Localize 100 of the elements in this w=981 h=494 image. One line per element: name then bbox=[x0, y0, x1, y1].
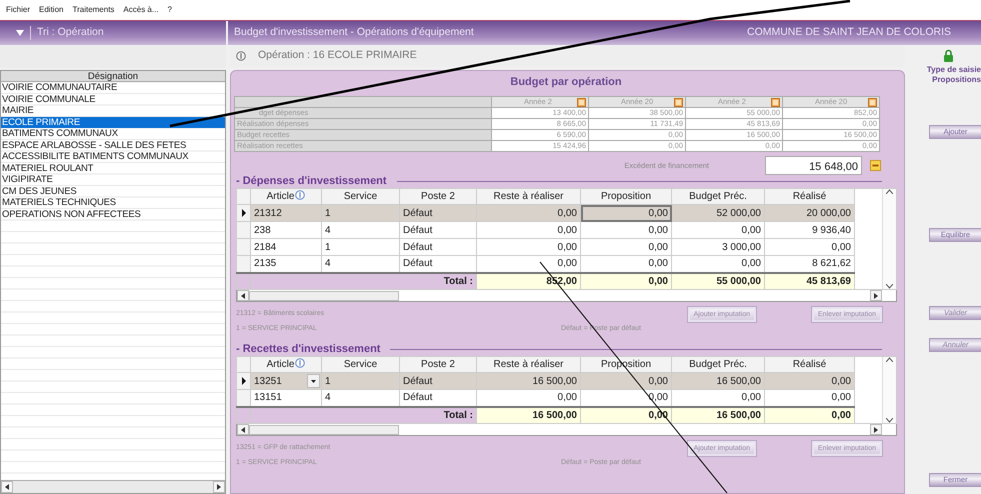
total-label: Total : bbox=[250, 406, 476, 424]
table-row[interactable]: 21312 1 Défaut 0,00 0,00 52 000,00 20 000,00 bbox=[236, 204, 896, 222]
scroll-up-icon[interactable] bbox=[886, 189, 893, 194]
scroll-up-icon[interactable] bbox=[886, 357, 893, 362]
column-header[interactable]: Désignation bbox=[1, 71, 225, 82]
total-cell: 55 000,00 bbox=[672, 272, 764, 290]
table-cell: 4 bbox=[322, 222, 400, 238]
menu-item[interactable]: Accès à... bbox=[123, 4, 159, 16]
column-header[interactable]: Poste 2 bbox=[400, 188, 476, 204]
column-header[interactable]: Budget Préc. bbox=[672, 188, 764, 204]
total-cell: 16 500,00 bbox=[476, 406, 580, 424]
total-label: Total : bbox=[250, 272, 476, 290]
column-header[interactable]: Réalisé bbox=[764, 356, 854, 372]
calendar-icon[interactable] bbox=[577, 98, 586, 106]
list-item[interactable]: CM DES JEUNES bbox=[1, 186, 225, 197]
column-header[interactable]: Article bbox=[250, 356, 322, 372]
list-item[interactable]: ACCESSIBILITE BATIMENTS COMMUNAUX bbox=[1, 151, 225, 162]
list-item[interactable]: VIGIPIRATE bbox=[1, 174, 225, 186]
dropdown-icon[interactable] bbox=[307, 374, 320, 388]
section-title: - Dépenses d'investissement bbox=[236, 174, 387, 190]
table-cell: 1 bbox=[322, 238, 400, 256]
list-item[interactable]: MAIRIE bbox=[1, 105, 225, 116]
section-title: - Recettes d'investissement bbox=[236, 342, 380, 358]
table-cell: 0,00 bbox=[476, 238, 580, 256]
table-row[interactable]: 2184 1 Défaut 0,00 0,00 3 000,00 0,00 bbox=[236, 238, 896, 256]
column-header[interactable]: Reste à réaliser bbox=[476, 188, 580, 204]
total-cell: 16 500,00 bbox=[672, 406, 764, 424]
table-row[interactable]: 13251 1 Défaut 16 500,00 0,00 16 500,00 0,00 bbox=[236, 372, 896, 390]
table-cell[interactable]: 13251 bbox=[250, 372, 322, 390]
table-cell: 20 000,00 bbox=[764, 204, 854, 222]
list-item[interactable]: MATERIEL ROULANT bbox=[1, 162, 225, 174]
menu-item[interactable]: Edition bbox=[39, 4, 64, 16]
scroll-right-icon[interactable] bbox=[874, 292, 878, 298]
table-cell: 16 500,00 bbox=[476, 372, 580, 390]
table-cell: 1 bbox=[322, 372, 400, 390]
column-header[interactable]: Service bbox=[322, 188, 400, 204]
table-cell: Défaut bbox=[400, 204, 476, 222]
table-cell: 0,00 bbox=[476, 204, 580, 222]
table-cell[interactable]: 21312 bbox=[250, 204, 322, 222]
total-cell: 45 813,69 bbox=[764, 272, 854, 290]
commune-name: COMMUNE DE SAINT JEAN DE COLORIS bbox=[746, 25, 951, 40]
scroll-right-icon[interactable] bbox=[874, 426, 878, 432]
operation-label: Opération : 16 ECOLE PRIMAIRE bbox=[258, 48, 417, 64]
column-header[interactable]: Poste 2 bbox=[400, 356, 476, 372]
table-cell: Défaut bbox=[400, 238, 476, 256]
total-cell: 0,00 bbox=[764, 406, 854, 424]
list-item[interactable]: ECOLE PRIMAIRE bbox=[1, 116, 225, 128]
table-cell[interactable]: 0,00 bbox=[580, 204, 672, 222]
menu-item[interactable]: ? bbox=[168, 4, 172, 16]
table-cell: Défaut bbox=[400, 222, 476, 238]
list-item[interactable]: VOIRIE COMMUNAUTAIRE bbox=[1, 82, 225, 94]
column-header[interactable]: Reste à réaliser bbox=[476, 356, 580, 372]
scroll-left-icon[interactable] bbox=[241, 426, 245, 432]
info-icon[interactable] bbox=[295, 358, 306, 368]
table-cell: 0,00 bbox=[764, 372, 854, 390]
list-item[interactable]: MATERIELS TECHNIQUES bbox=[1, 197, 225, 208]
column-header[interactable]: Service bbox=[322, 356, 400, 372]
scroll-left-icon[interactable] bbox=[5, 484, 9, 490]
list-item[interactable]: ESPACE ARLABOSSE - SALLE DES FETES bbox=[1, 140, 225, 151]
window-title: Budget d'investissement - Opérations d'équipement bbox=[234, 25, 474, 40]
scroll-down-icon[interactable] bbox=[886, 284, 893, 289]
lock-icon bbox=[942, 49, 954, 62]
total-cell: 0,00 bbox=[580, 272, 672, 290]
table-cell: 0,00 bbox=[476, 222, 580, 238]
amount-field[interactable]: 15 648,00 bbox=[765, 156, 862, 175]
scrollbar[interactable] bbox=[1, 480, 225, 493]
mode-value: Propositions bbox=[931, 75, 981, 85]
table-cell[interactable]: 0,00 bbox=[580, 238, 672, 256]
calendar-icon[interactable] bbox=[674, 98, 683, 106]
column-header[interactable]: Article bbox=[250, 188, 322, 204]
scroll-left-icon[interactable] bbox=[241, 292, 245, 298]
list-item[interactable]: BATIMENTS COMMUNAUX bbox=[1, 128, 225, 140]
menu-item[interactable]: Fichier bbox=[6, 4, 30, 16]
table-cell[interactable]: 0,00 bbox=[580, 372, 672, 390]
mode-label: Type de saisie bbox=[926, 65, 981, 75]
section-title: Budget par opération bbox=[509, 75, 623, 90]
table-cell: Défaut bbox=[400, 372, 476, 390]
info-icon[interactable] bbox=[236, 51, 246, 61]
calendar-icon[interactable] bbox=[868, 98, 877, 106]
column-header[interactable]: Réalisé bbox=[764, 188, 854, 204]
menu-item[interactable]: Traitements bbox=[72, 4, 114, 16]
panel-title: Tri : Opération bbox=[37, 25, 104, 40]
calendar-icon[interactable] bbox=[771, 98, 780, 106]
table-cell[interactable]: 0,00 bbox=[580, 222, 672, 238]
table-cell[interactable]: 2184 bbox=[250, 238, 322, 256]
table-row[interactable]: 238 4 Défaut 0,00 0,00 0,00 9 936,40 bbox=[236, 222, 896, 238]
table-cell: 16 500,00 bbox=[672, 372, 764, 390]
table-cell: 3 000,00 bbox=[672, 238, 764, 256]
column-header[interactable]: Budget Préc. bbox=[672, 356, 764, 372]
table-cell: 0,00 bbox=[672, 222, 764, 238]
options-icon[interactable] bbox=[870, 160, 881, 171]
table-cell: 52 000,00 bbox=[672, 204, 764, 222]
table-cell[interactable]: 238 bbox=[250, 222, 322, 238]
info-icon[interactable] bbox=[295, 190, 306, 200]
table-cell: 1 bbox=[322, 204, 400, 222]
list-item[interactable]: VOIRIE COMMUNALE bbox=[1, 94, 225, 105]
scroll-down-icon[interactable] bbox=[886, 418, 893, 423]
list-item[interactable]: OPERATIONS NON AFFECTEES bbox=[1, 208, 225, 220]
column-header[interactable]: Proposition bbox=[580, 188, 672, 204]
scroll-right-icon[interactable] bbox=[217, 484, 221, 490]
